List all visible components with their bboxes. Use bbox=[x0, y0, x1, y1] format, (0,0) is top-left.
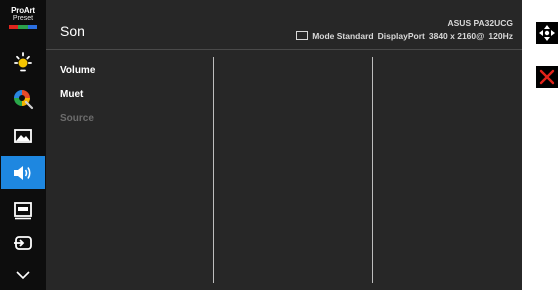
close-button[interactable] bbox=[536, 66, 558, 88]
sidebar: ProArt Preset bbox=[0, 0, 46, 290]
main-panel: Son ASUS PA32UCG Mode Standard DisplayPo… bbox=[46, 0, 522, 290]
close-icon bbox=[539, 69, 555, 85]
refresh-text: 120Hz bbox=[488, 31, 513, 41]
menu-item-source: Source bbox=[60, 113, 94, 124]
color-palette-icon bbox=[14, 89, 34, 109]
menu-item-volume[interactable]: Volume bbox=[60, 65, 95, 76]
navigate-icon bbox=[539, 25, 555, 41]
model-name: ASUS PA32UCG bbox=[447, 18, 514, 28]
input-text: DisplayPort bbox=[377, 31, 425, 41]
sidebar-item-image[interactable] bbox=[1, 119, 45, 152]
image-icon bbox=[14, 128, 32, 143]
chevron-down-icon bbox=[16, 270, 30, 279]
sidebar-scroll-down[interactable] bbox=[1, 258, 45, 291]
proart-logo-text: ProArt bbox=[11, 6, 35, 15]
column-divider bbox=[213, 57, 214, 283]
sidebar-item-brightness[interactable] bbox=[1, 45, 45, 78]
menu-item-mute[interactable]: Muet bbox=[60, 89, 83, 100]
proart-preset-text: Preset bbox=[12, 15, 34, 22]
speaker-icon bbox=[14, 165, 31, 180]
proart-preset-logo[interactable]: ProArt Preset bbox=[4, 6, 42, 36]
proart-color-bar bbox=[9, 25, 37, 29]
mode-text: Mode Standard bbox=[312, 31, 374, 41]
pip-icon bbox=[14, 201, 32, 219]
monitor-icon bbox=[296, 30, 309, 40]
sidebar-item-color[interactable] bbox=[1, 82, 45, 115]
column-divider bbox=[372, 57, 373, 283]
input-select-icon bbox=[14, 235, 32, 250]
sidebar-item-input[interactable] bbox=[1, 226, 45, 259]
page-title: Son bbox=[60, 23, 85, 39]
brightness-icon bbox=[14, 51, 32, 71]
sidebar-item-sound[interactable] bbox=[1, 156, 45, 189]
osd-menu: ProArt Preset Son ASUS PA32UCG Mode Stan… bbox=[0, 0, 522, 290]
navigate-button[interactable] bbox=[536, 22, 558, 44]
panel-header: Son ASUS PA32UCG Mode Standard DisplayPo… bbox=[46, 0, 522, 50]
resolution-text: 3840 x 2160@ bbox=[428, 31, 485, 41]
sidebar-item-pip[interactable] bbox=[1, 193, 45, 226]
status-line: Mode Standard DisplayPort 3840 x 2160@ 1… bbox=[296, 30, 513, 41]
